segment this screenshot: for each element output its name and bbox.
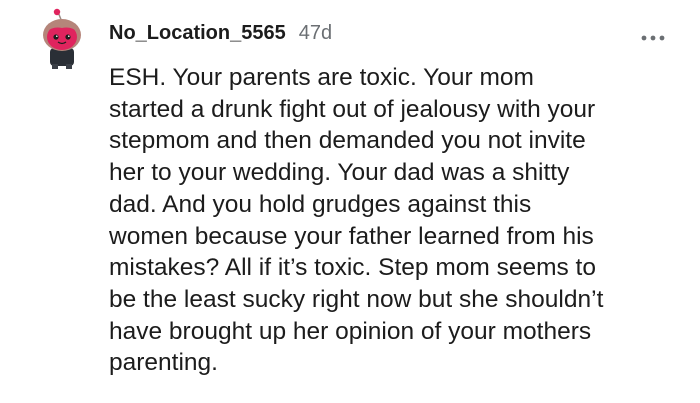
more-options-icon — [641, 35, 665, 41]
comment-header: No_Location_5565 47d — [109, 22, 332, 54]
comment-body: ESH. Your parents are toxic. Your mom st… — [109, 64, 604, 377]
snoo-avatar-icon — [43, 8, 81, 69]
more-options-button[interactable] — [640, 30, 666, 41]
comment-age: 47d — [298, 22, 333, 44]
avatar[interactable] — [36, 8, 88, 70]
username[interactable]: No_Location_5565 — [109, 22, 286, 45]
comment: No_Location_5565 47d ESH. Your parents a… — [0, 0, 700, 403]
